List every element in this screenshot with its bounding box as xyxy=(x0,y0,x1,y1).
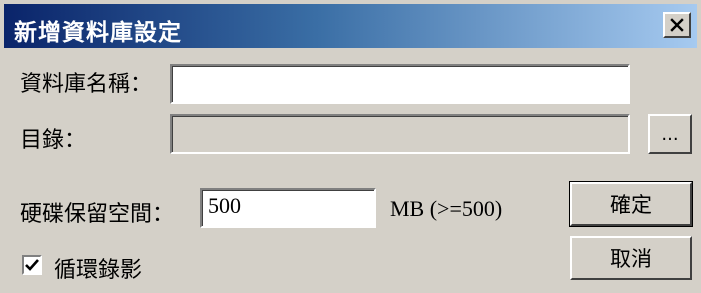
loop-record-label[interactable]: 循環錄影 xyxy=(54,252,142,284)
browse-button-label: ... xyxy=(661,123,679,145)
dialog-title: 新增資料庫設定 xyxy=(14,20,182,46)
disk-space-value: 500 xyxy=(208,193,241,218)
disk-space-unit: MB (>=500) xyxy=(390,196,503,221)
db-name-input[interactable] xyxy=(170,64,630,104)
disk-space-input[interactable]: 500 xyxy=(200,188,376,228)
ok-button-label: 確定 xyxy=(610,193,652,217)
cancel-button[interactable]: 取消 xyxy=(570,236,692,280)
ok-button[interactable]: 確定 xyxy=(569,181,693,227)
close-icon xyxy=(670,18,684,32)
loop-record-checkbox[interactable] xyxy=(22,255,42,275)
directory-label: 目錄： xyxy=(20,128,87,153)
directory-input[interactable] xyxy=(170,114,630,154)
checkmark-icon xyxy=(25,259,39,271)
cancel-button-label: 取消 xyxy=(610,247,652,271)
title-bar[interactable]: 新增資料庫設定 xyxy=(4,4,697,48)
db-name-label: 資料庫名稱： xyxy=(20,72,153,97)
disk-space-label: 硬碟保留空間： xyxy=(20,202,175,227)
browse-button[interactable]: ... xyxy=(648,114,692,154)
close-button[interactable] xyxy=(663,12,691,38)
add-database-settings-dialog: 新增資料庫設定 資料庫名稱： 目錄： ... 硬碟保留空間： 500 MB (>… xyxy=(0,0,701,293)
